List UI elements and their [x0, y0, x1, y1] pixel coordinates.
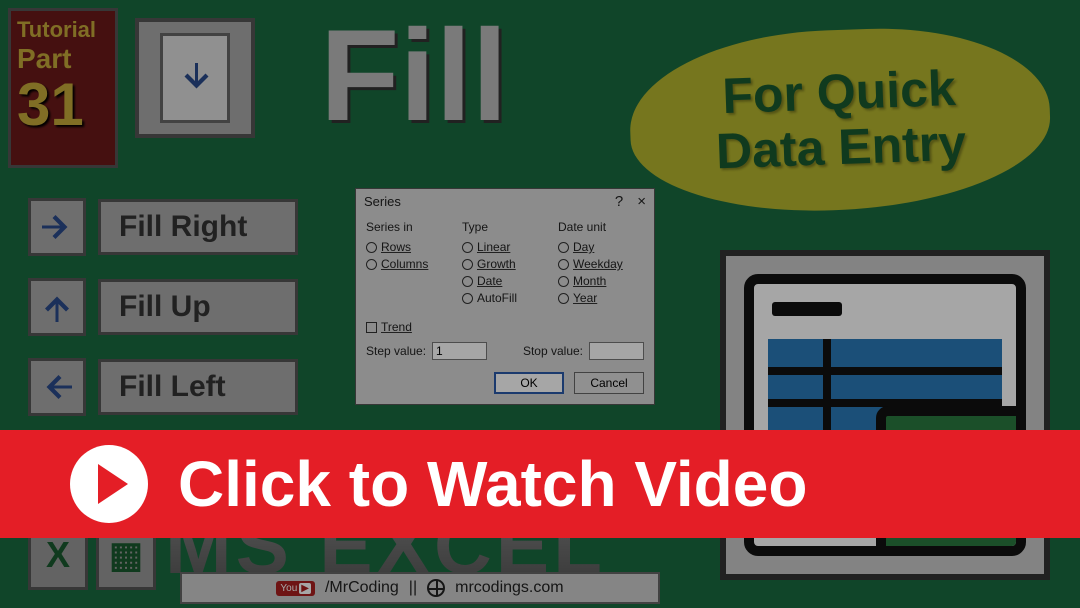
play-icon — [70, 445, 148, 523]
close-button[interactable]: × — [637, 193, 646, 210]
badge-number: 31 — [17, 75, 109, 135]
ok-button[interactable]: OK — [494, 372, 564, 394]
fill-up-label: Fill Up — [98, 279, 298, 335]
arrow-up-icon — [28, 278, 86, 336]
arrow-left-icon — [28, 358, 86, 416]
globe-icon — [427, 579, 445, 597]
youtube-channel: /MrCoding — [325, 579, 399, 597]
youtube-icon: You▶ — [276, 581, 315, 596]
footer-links: You▶ /MrCoding || mrcodings.com — [180, 572, 660, 604]
blob-line2: Data Entry — [715, 115, 967, 180]
series-in-group: Series in Rows Columns — [366, 220, 452, 308]
type-header: Type — [462, 220, 548, 234]
autofill-radio[interactable]: AutoFill — [462, 291, 548, 305]
dialog-title: Series — [364, 194, 401, 209]
fill-down-icon-large — [135, 18, 255, 138]
footer-separator: || — [409, 579, 417, 597]
cancel-button[interactable]: Cancel — [574, 372, 644, 394]
date-radio[interactable]: Date — [462, 274, 548, 288]
trend-checkbox[interactable]: Trend — [356, 318, 654, 336]
year-radio[interactable]: Year — [558, 291, 644, 305]
fill-right-label: Fill Right — [98, 199, 298, 255]
watch-video-banner[interactable]: Click to Watch Video — [0, 430, 1080, 538]
type-group: Type Linear Growth Date AutoFill — [462, 220, 548, 308]
fill-right-row: Fill Right — [28, 198, 298, 256]
stop-value-label: Stop value: — [523, 344, 583, 358]
stop-value-input[interactable] — [589, 342, 644, 360]
help-button[interactable]: ? — [615, 193, 623, 210]
date-unit-group: Date unit Day Weekday Month Year — [558, 220, 644, 308]
cta-text: Click to Watch Video — [178, 447, 807, 521]
month-radio[interactable]: Month — [558, 274, 644, 288]
day-radio[interactable]: Day — [558, 240, 644, 254]
columns-radio[interactable]: Columns — [366, 257, 452, 271]
step-value-input[interactable] — [432, 342, 487, 360]
fill-left-row: Fill Left — [28, 358, 298, 416]
fill-up-row: Fill Up — [28, 278, 298, 336]
callout-blob: For Quick Data Entry — [627, 23, 1053, 218]
growth-radio[interactable]: Growth — [462, 257, 548, 271]
weekday-radio[interactable]: Weekday — [558, 257, 644, 271]
linear-radio[interactable]: Linear — [462, 240, 548, 254]
series-in-header: Series in — [366, 220, 452, 234]
dialog-titlebar: Series ? × — [356, 189, 654, 214]
website-url: mrcodings.com — [455, 579, 563, 597]
fill-left-label: Fill Left — [98, 359, 298, 415]
tutorial-part-badge: Tutorial Part 31 — [8, 8, 118, 168]
date-unit-header: Date unit — [558, 220, 644, 234]
badge-line1: Tutorial — [17, 17, 109, 43]
series-dialog: Series ? × Series in Rows Columns Type L… — [355, 188, 655, 405]
rows-radio[interactable]: Rows — [366, 240, 452, 254]
page-title: Fill — [320, 0, 508, 150]
blob-line1: For Quick — [721, 60, 956, 124]
arrow-right-icon — [28, 198, 86, 256]
arrow-down-icon — [177, 60, 213, 96]
step-value-label: Step value: — [366, 344, 426, 358]
